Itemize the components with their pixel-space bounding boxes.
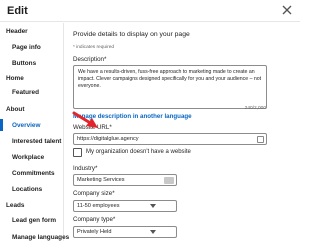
annotation-arrow-icon (72, 111, 98, 128)
